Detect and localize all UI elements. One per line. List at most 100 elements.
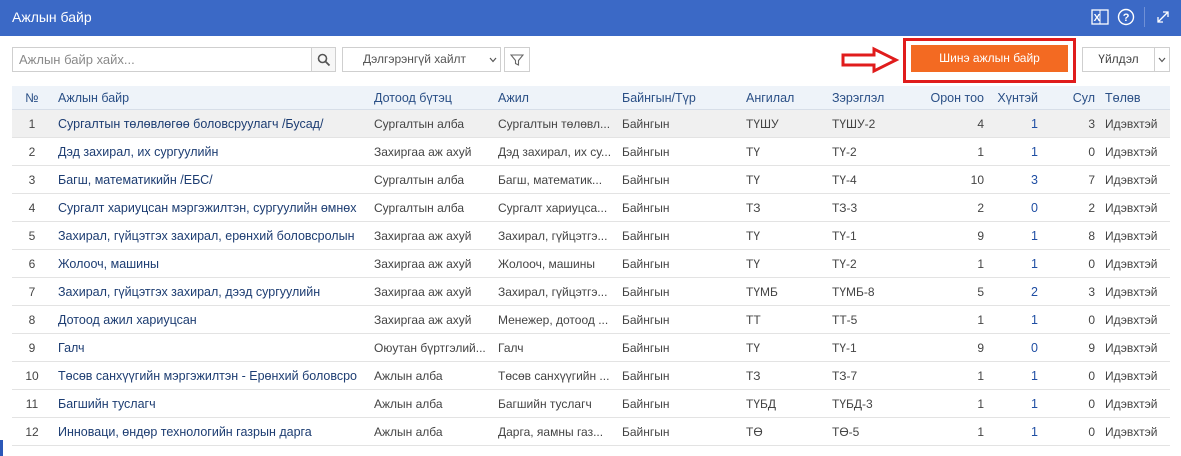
row-job: Сургалтын төлөвл... [498, 116, 610, 131]
row-title[interactable]: Сургалт хариуцсан мэргэжилтэн, сургуулий… [58, 194, 372, 221]
row-status: Идэвхтэй [1105, 116, 1158, 131]
table-row[interactable]: 10 Төсөв санхүүгийн мэргэжилтэн - Ерөнхи… [12, 362, 1170, 390]
row-title[interactable]: Захирал, гүйцэтгэх захирал, дээд сургуул… [58, 278, 372, 305]
row-vacant: 0 [1088, 424, 1095, 439]
table-row[interactable]: 8 Дотоод ажил хариуцсан Захиргаа аж ахуй… [12, 306, 1170, 334]
row-rank: ТТ-5 [832, 312, 858, 327]
advanced-search-button[interactable]: Дэлгэрэнгүй хайлт [342, 47, 487, 72]
row-filled-link[interactable]: 1 [994, 390, 1038, 417]
column-header-seats[interactable]: Орон тоо [914, 86, 985, 109]
row-filled-link[interactable]: 1 [994, 110, 1038, 137]
row-title[interactable]: Төсөв санхүүгийн мэргэжилтэн - Ерөнхий б… [58, 362, 372, 389]
job-table: № Ажлын байр Дотоод бүтэц Ажил Байнгын/Т… [12, 86, 1170, 456]
row-job: Төсөв санхүүгийн ... [498, 368, 610, 383]
row-unit: Захиргаа аж ахуй [374, 144, 472, 159]
row-filled-link[interactable]: 1 [994, 418, 1038, 445]
row-rank: ТҮБД-3 [832, 396, 873, 411]
row-title[interactable]: Захирал, гүйцэтгэх захирал, ерөнхий боло… [58, 222, 372, 249]
row-type: Байнгын [622, 284, 670, 299]
row-seats: 9 [977, 340, 984, 355]
row-number: 7 [28, 284, 36, 299]
row-category: ТҮ [746, 228, 761, 243]
excel-icon[interactable]: X [1090, 7, 1110, 27]
row-unit: Сургалтын алба [374, 200, 465, 215]
row-filled-link[interactable]: 2 [994, 278, 1038, 305]
column-header-vacant[interactable]: Сул [1052, 86, 1095, 109]
table-row[interactable]: 9 Галч Оюутан бүртгэлий... Галч Байнгын … [12, 334, 1170, 362]
column-header-filled[interactable]: Хүнтэй [994, 86, 1038, 109]
row-status: Идэвхтэй [1105, 256, 1158, 271]
row-title[interactable]: Дотоод ажил хариуцсан [58, 306, 372, 333]
row-number: 11 [25, 396, 39, 411]
row-category: ТҮ [746, 172, 761, 187]
table-row[interactable]: 2 Дэд захирал, их сургуулийн Захиргаа аж… [12, 138, 1170, 166]
search-input[interactable] [12, 47, 312, 72]
row-category: ТҮШУ [746, 116, 779, 131]
table-row[interactable]: 1 Сургалтын төлөвлөгөө боловсруулагч /Бу… [12, 110, 1170, 138]
row-title[interactable]: Инноваци, өндөр технологийн газрын дарга [58, 418, 372, 445]
row-seats: 1 [977, 144, 984, 159]
row-filled-link[interactable]: 0 [994, 194, 1038, 221]
row-number: 4 [28, 200, 36, 215]
row-category: ТҮ [746, 256, 761, 271]
row-filled-link[interactable]: 1 [994, 306, 1038, 333]
row-title[interactable]: Багш, математикийн /ЕБС/ [58, 166, 372, 193]
table-row[interactable]: 4 Сургалт хариуцсан мэргэжилтэн, сургуул… [12, 194, 1170, 222]
column-header-category[interactable]: Ангилал [746, 86, 826, 109]
row-status: Идэвхтэй [1105, 284, 1158, 299]
row-title[interactable]: Дэд захирал, их сургуулийн [58, 138, 372, 165]
row-vacant: 7 [1088, 172, 1095, 187]
advanced-search-dropdown[interactable] [486, 47, 501, 72]
row-number: 10 [25, 368, 39, 383]
search-button[interactable] [311, 47, 336, 72]
row-filled-link[interactable]: 3 [994, 166, 1038, 193]
action-button[interactable]: Үйлдэл [1082, 47, 1154, 72]
row-rank: ТҮ-4 [832, 172, 857, 187]
column-header-rank[interactable]: Зэрэглэл [832, 86, 922, 109]
help-icon[interactable]: ? [1116, 7, 1136, 27]
row-job: Сургалт хариуцса... [498, 200, 608, 215]
row-vacant: 0 [1088, 312, 1095, 327]
table-row[interactable]: 12 Инноваци, өндөр технологийн газрын да… [12, 418, 1170, 446]
column-header-status[interactable]: Төлөв [1105, 86, 1170, 109]
row-title[interactable]: Багшийн туслагч [58, 390, 372, 417]
table-row[interactable]: 7 Захирал, гүйцэтгэх захирал, дээд сургу… [12, 278, 1170, 306]
row-title[interactable]: Жолооч, машины [58, 250, 372, 277]
action-dropdown[interactable] [1154, 47, 1170, 72]
row-filled-link[interactable]: 1 [994, 222, 1038, 249]
row-category: ТЗ [746, 368, 761, 383]
chevron-down-icon [1158, 57, 1166, 62]
row-type: Байнгын [622, 228, 670, 243]
row-seats: 2 [977, 200, 984, 215]
row-category: ТӨ [746, 424, 763, 439]
row-unit: Ажлын алба [374, 424, 443, 439]
column-header-no[interactable]: № [12, 86, 52, 109]
row-unit: Сургалтын алба [374, 116, 465, 131]
table-row[interactable]: 5 Захирал, гүйцэтгэх захирал, ерөнхий бо… [12, 222, 1170, 250]
table-row[interactable]: 6 Жолооч, машины Захиргаа аж ахуй Жолооч… [12, 250, 1170, 278]
row-category: ТҮ [746, 340, 761, 355]
row-rank: ТЗ-3 [832, 200, 858, 215]
table-row[interactable]: 3 Багш, математикийн /ЕБС/ Сургалтын алб… [12, 166, 1170, 194]
table-row[interactable]: 11 Багшийн туслагч Ажлын алба Багшийн ту… [12, 390, 1170, 418]
row-job: Багшийн туслагч [498, 396, 592, 411]
expand-icon[interactable] [1153, 7, 1173, 27]
column-header-type[interactable]: Байнгын/Түр [622, 86, 742, 109]
row-filled-link[interactable]: 1 [994, 138, 1038, 165]
row-filled-link[interactable]: 1 [994, 362, 1038, 389]
row-vacant: 0 [1088, 368, 1095, 383]
column-header-job[interactable]: Ажил [498, 86, 610, 109]
row-unit: Захиргаа аж ахуй [374, 228, 472, 243]
row-title[interactable]: Сургалтын төлөвлөгөө боловсруулагч /Буса… [58, 110, 372, 137]
filter-button[interactable] [504, 47, 530, 72]
new-job-button[interactable]: Шинэ ажлын байр [911, 45, 1068, 72]
row-type: Байнгын [622, 396, 670, 411]
row-filled-link[interactable]: 0 [994, 334, 1038, 361]
row-unit: Захиргаа аж ахуй [374, 256, 472, 271]
row-filled-link[interactable]: 1 [994, 250, 1038, 277]
column-header-title[interactable]: Ажлын байр [58, 86, 372, 109]
column-header-unit[interactable]: Дотоод бүтэц [374, 86, 496, 109]
row-number: 1 [28, 116, 36, 131]
row-title[interactable]: Галч [58, 334, 372, 361]
row-rank: ТӨ-5 [832, 424, 860, 439]
